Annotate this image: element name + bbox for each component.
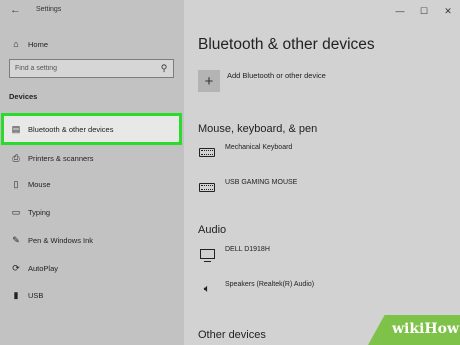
group-heading-other: Other devices: [198, 329, 266, 341]
device-item-speakers[interactable]: 🔈︎ Speakers (Realtek(R) Audio): [198, 279, 448, 301]
search-icon[interactable]: ⚲: [159, 63, 169, 73]
pen-icon: ✎: [12, 234, 20, 245]
sidebar-item-mouse[interactable]: ▯ Mouse: [0, 172, 184, 196]
window-title: Settings: [36, 6, 62, 13]
plus-icon: +: [204, 72, 214, 90]
add-device-label[interactable]: Add Bluetooth or other device: [227, 71, 326, 80]
section-heading: Devices: [9, 92, 38, 101]
sidebar-item-label: Pen & Windows Ink: [28, 235, 94, 245]
device-item-monitor[interactable]: DELL D1918H: [198, 244, 448, 266]
sidebar-item-label: Bluetooth & other devices: [28, 124, 114, 134]
watermark-text: wikiHow: [392, 321, 460, 337]
sidebar-item-autoplay[interactable]: ⟳ AutoPlay: [0, 256, 184, 280]
usb-icon: ▮: [13, 289, 19, 300]
device-item-mouse[interactable]: USB GAMING MOUSE: [198, 177, 448, 199]
keyboard-icon: ▭: [11, 206, 21, 217]
device-item-keyboard[interactable]: Mechanical Keyboard: [198, 142, 448, 164]
device-name: Mechanical Keyboard: [225, 144, 293, 151]
main-content: — ☐ ✕ Bluetooth & other devices + Add Bl…: [184, 0, 460, 345]
minimize-icon[interactable]: —: [388, 0, 412, 22]
page-title: Bluetooth & other devices: [198, 36, 375, 53]
sidebar-item-printers[interactable]: ⎙ Printers & scanners: [0, 146, 184, 170]
sidebar-item-bluetooth[interactable]: ▤ Bluetooth & other devices: [0, 117, 184, 141]
monitor-icon: [198, 247, 216, 262]
maximize-icon[interactable]: ☐: [412, 0, 436, 22]
sidebar-item-label: Typing: [28, 207, 51, 217]
home-icon: ⌂: [13, 39, 19, 49]
back-arrow-icon[interactable]: ←: [10, 4, 21, 16]
autoplay-icon: ⟳: [12, 262, 20, 273]
sidebar-item-home[interactable]: ⌂ Home: [0, 32, 184, 56]
speaker-icon: 🔈︎: [203, 282, 211, 295]
sidebar-item-label: Home: [28, 39, 49, 49]
device-name: USB GAMING MOUSE: [225, 179, 298, 186]
device-name: DELL D1918H: [225, 246, 270, 253]
sidebar-item-label: Printers & scanners: [28, 153, 94, 163]
sidebar-item-usb[interactable]: ▮ USB: [0, 283, 184, 307]
sidebar-item-label: Mouse: [28, 179, 51, 189]
group-heading-input: Mouse, keyboard, & pen: [198, 123, 318, 135]
keyboard-icon: [198, 180, 216, 194]
window-controls-bar: — ☐ ✕: [184, 0, 460, 22]
printer-icon: ⎙: [12, 152, 20, 163]
sidebar-item-typing[interactable]: ▭ Typing: [0, 200, 184, 224]
group-heading-audio: Audio: [198, 224, 227, 236]
keyboard-icon: [198, 145, 216, 159]
mouse-icon: ▯: [13, 178, 19, 189]
search-box[interactable]: ⚲: [9, 59, 174, 78]
add-device-button[interactable]: +: [198, 70, 220, 92]
sidebar-item-label: USB: [28, 290, 44, 300]
close-icon[interactable]: ✕: [436, 0, 460, 22]
title-bar: ← Settings: [0, 0, 184, 22]
device-name: Speakers (Realtek(R) Audio): [225, 281, 315, 288]
sidebar-item-pen[interactable]: ✎ Pen & Windows Ink: [0, 228, 184, 252]
bluetooth-device-icon: ▤: [11, 123, 21, 134]
search-input[interactable]: [15, 63, 155, 74]
sidebar-item-label: AutoPlay: [28, 263, 59, 273]
sidebar: ← Settings ⌂ Home ⚲ Devices ▤ Bluetooth …: [0, 0, 184, 345]
